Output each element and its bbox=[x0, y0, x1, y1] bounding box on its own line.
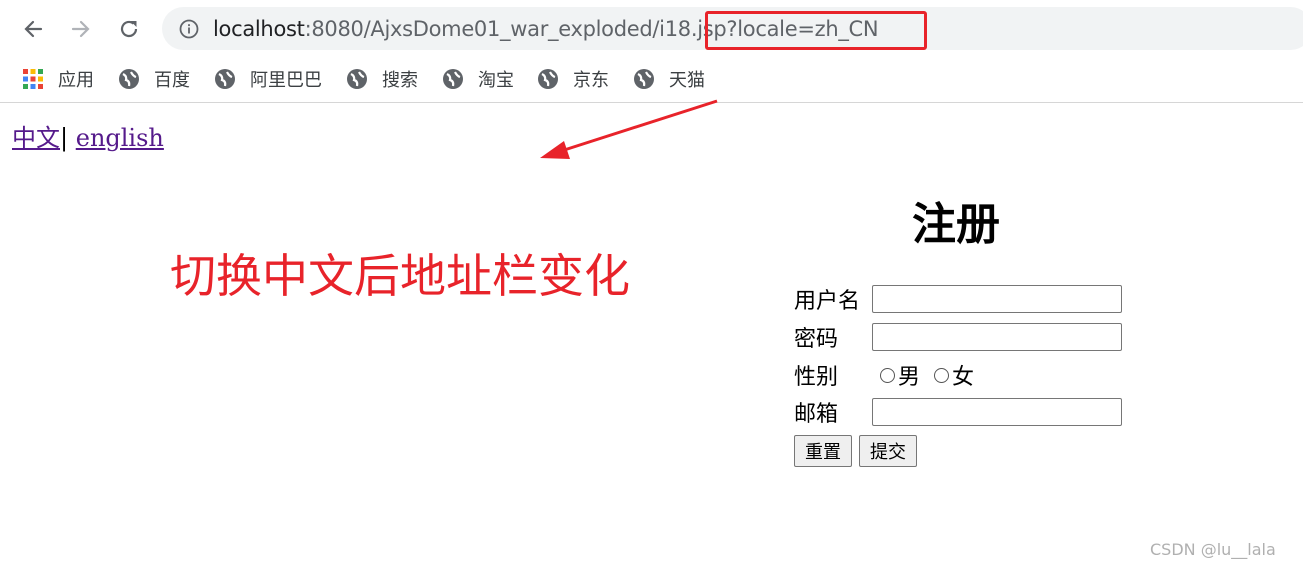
bookmark-label: 搜索 bbox=[382, 70, 418, 91]
annotation-text: 切换中文后地址栏变化 bbox=[170, 249, 630, 303]
forward-button[interactable] bbox=[64, 12, 98, 46]
forward-arrow-icon bbox=[71, 20, 90, 38]
lang-english-link[interactable]: english bbox=[76, 124, 164, 152]
bookmark-tmall[interactable]: 天猫 bbox=[633, 66, 705, 92]
buttons-row: 重置 提交 bbox=[794, 434, 924, 468]
url-host: localhost bbox=[213, 17, 305, 41]
bookmark-label: 应用 bbox=[58, 70, 94, 91]
url-highlight-box bbox=[705, 11, 927, 50]
lang-chinese-link[interactable]: 中文 bbox=[12, 124, 60, 152]
url-path: :8080/AjxsDome01_war_exploded/i18.jsp bbox=[304, 17, 727, 41]
gender-female-radio[interactable] bbox=[934, 367, 950, 383]
watermark: CSDN @lu__lala bbox=[1150, 540, 1276, 559]
reload-button[interactable] bbox=[112, 12, 146, 46]
email-input[interactable] bbox=[872, 398, 1122, 426]
email-row: 邮箱 bbox=[794, 395, 1122, 429]
bookmark-apps[interactable]: 应用 bbox=[22, 66, 94, 92]
info-icon[interactable] bbox=[179, 19, 199, 39]
username-row: 用户名 bbox=[794, 282, 1122, 316]
bookmark-label: 阿里巴巴 bbox=[250, 70, 322, 91]
email-label: 邮箱 bbox=[794, 402, 839, 427]
gender-male-label: 男 bbox=[898, 365, 921, 390]
password-input[interactable] bbox=[872, 323, 1122, 351]
username-input[interactable] bbox=[872, 285, 1122, 313]
globe-icon bbox=[347, 69, 367, 89]
gender-male-radio[interactable] bbox=[880, 367, 895, 383]
globe-icon bbox=[119, 69, 139, 89]
reset-button[interactable]: 重置 bbox=[794, 435, 852, 467]
bookmark-taobao[interactable]: 淘宝 bbox=[442, 66, 514, 92]
apps-grid-icon bbox=[23, 69, 43, 89]
bookmark-label: 天猫 bbox=[669, 70, 705, 91]
globe-icon bbox=[443, 69, 463, 89]
gender-radio-group: 男 女 bbox=[872, 359, 974, 391]
bookmark-search[interactable]: 搜索 bbox=[346, 66, 418, 92]
language-links: 中文| english bbox=[12, 118, 164, 153]
globe-icon bbox=[538, 69, 558, 89]
gender-row: 性别 男 女 bbox=[794, 358, 974, 392]
gender-female-label: 女 bbox=[952, 365, 975, 390]
annotation-arrow bbox=[540, 99, 718, 159]
submit-button[interactable]: 提交 bbox=[859, 435, 917, 467]
bookmark-baidu[interactable]: 百度 bbox=[118, 66, 190, 92]
globe-icon bbox=[215, 69, 235, 89]
bookmark-label: 淘宝 bbox=[478, 70, 514, 91]
lang-separator: | bbox=[60, 124, 69, 152]
globe-icon bbox=[634, 69, 654, 89]
bookmark-label: 京东 bbox=[573, 70, 609, 91]
gender-label: 性别 bbox=[794, 365, 839, 390]
username-label: 用户名 bbox=[794, 289, 861, 314]
reload-icon bbox=[120, 20, 138, 38]
password-label: 密码 bbox=[794, 327, 839, 352]
password-row: 密码 bbox=[794, 320, 1122, 354]
back-button[interactable] bbox=[16, 12, 50, 46]
bookmark-alibaba[interactable]: 阿里巴巴 bbox=[214, 66, 322, 92]
back-arrow-icon bbox=[24, 20, 43, 38]
bookmark-jd[interactable]: 京东 bbox=[537, 66, 609, 92]
browser-toolbar: localhost:8080/AjxsDome01_war_exploded/i… bbox=[0, 0, 1303, 58]
bookmark-label: 百度 bbox=[154, 70, 190, 91]
form-title: 注册 bbox=[912, 199, 1000, 250]
